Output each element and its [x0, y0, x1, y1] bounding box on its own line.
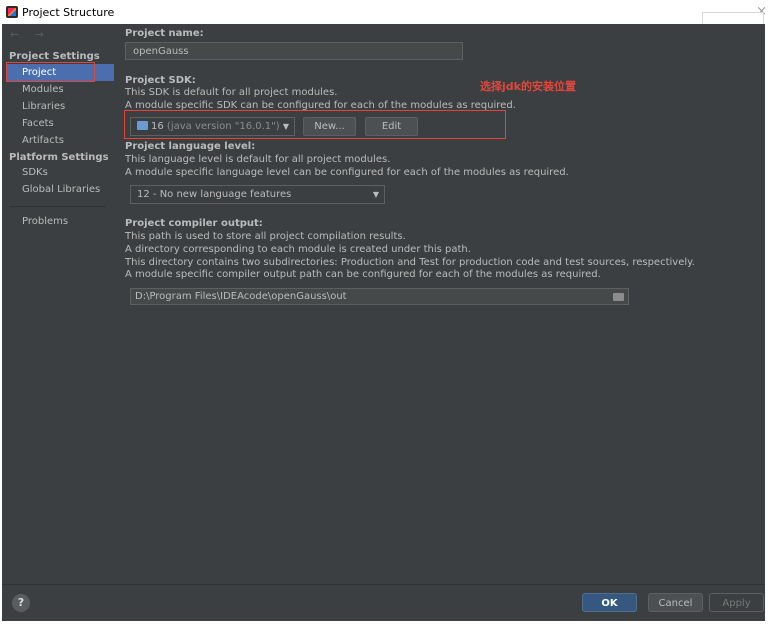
project-sdk-label: Project SDK: — [125, 75, 196, 86]
language-level-select[interactable]: 12 - No new language features ▼ — [130, 185, 385, 204]
cancel-button[interactable]: Cancel — [648, 593, 703, 612]
jdk-folder-icon — [137, 121, 148, 130]
compiler-output-desc-3: This directory contains two subdirectori… — [125, 257, 695, 268]
sidebar: ← → Project Settings Project Modules Lib… — [2, 24, 118, 584]
project-sdk-desc-2: A module specific SDK can be configured … — [125, 100, 516, 111]
compiler-output-label: Project compiler output: — [125, 218, 263, 229]
apply-button[interactable]: Apply — [709, 593, 764, 612]
platform-settings-header: Platform Settings — [9, 152, 109, 163]
main-content: Project name: Project SDK: This SDK is d… — [118, 24, 765, 584]
sidebar-item-facets[interactable]: Facets — [6, 115, 114, 132]
language-level-value: 12 - No new language features — [137, 189, 292, 200]
sdk-version-detail: (java version "16.0.1") — [166, 121, 280, 132]
chevron-down-icon: ▼ — [372, 190, 379, 199]
compiler-output-desc-2: A directory corresponding to each module… — [125, 244, 471, 255]
compiler-output-path: D:\Program Files\IDEAcode\openGauss\out — [135, 291, 347, 302]
sidebar-item-libraries[interactable]: Libraries — [6, 98, 114, 115]
title-bar: Project Structure × — [0, 0, 779, 24]
intellij-icon — [6, 6, 18, 18]
sidebar-item-sdks[interactable]: SDKs — [6, 164, 114, 181]
dialog-footer: ? OK Cancel Apply — [2, 584, 765, 621]
compiler-output-desc-4: A module specific compiler output path c… — [125, 269, 601, 280]
back-forward-arrows[interactable]: ← → — [10, 28, 50, 41]
language-level-label: Project language level: — [125, 141, 256, 152]
project-settings-header: Project Settings — [9, 51, 100, 62]
project-name-input[interactable] — [125, 42, 463, 60]
window-title: Project Structure — [22, 6, 115, 19]
chevron-down-icon: ▼ — [282, 122, 289, 131]
sidebar-item-global-libraries[interactable]: Global Libraries — [6, 181, 114, 198]
compiler-output-path-field[interactable]: D:\Program Files\IDEAcode\openGauss\out — [130, 288, 629, 305]
project-structure-window: Project Structure × ▼ ← → Project Settin… — [0, 0, 779, 625]
sidebar-item-artifacts[interactable]: Artifacts — [6, 132, 114, 149]
sdk-annotation-text: 选择jdk的安装位置 — [480, 80, 576, 93]
sidebar-item-project[interactable]: Project — [6, 64, 114, 81]
language-level-desc-2: A module specific language level can be … — [125, 167, 569, 178]
folder-icon[interactable] — [613, 293, 624, 301]
project-sdk-desc-1: This SDK is default for all project modu… — [125, 87, 338, 98]
edit-sdk-button[interactable]: Edit — [365, 117, 418, 136]
language-level-desc-1: This language level is default for all p… — [125, 154, 391, 165]
help-button[interactable]: ? — [12, 594, 30, 612]
window-edge — [765, 24, 779, 625]
sdk-version: 16 — [151, 121, 164, 132]
sidebar-divider — [10, 206, 106, 207]
compiler-output-desc-1: This path is used to store all project c… — [125, 231, 406, 242]
sidebar-item-problems[interactable]: Problems — [6, 213, 114, 230]
ok-button[interactable]: OK — [582, 593, 637, 612]
new-sdk-button[interactable]: New... — [303, 117, 356, 136]
sidebar-item-modules[interactable]: Modules — [6, 81, 114, 98]
project-name-label: Project name: — [125, 28, 204, 39]
sdk-select[interactable]: 16 (java version "16.0.1") ▼ — [130, 117, 295, 136]
